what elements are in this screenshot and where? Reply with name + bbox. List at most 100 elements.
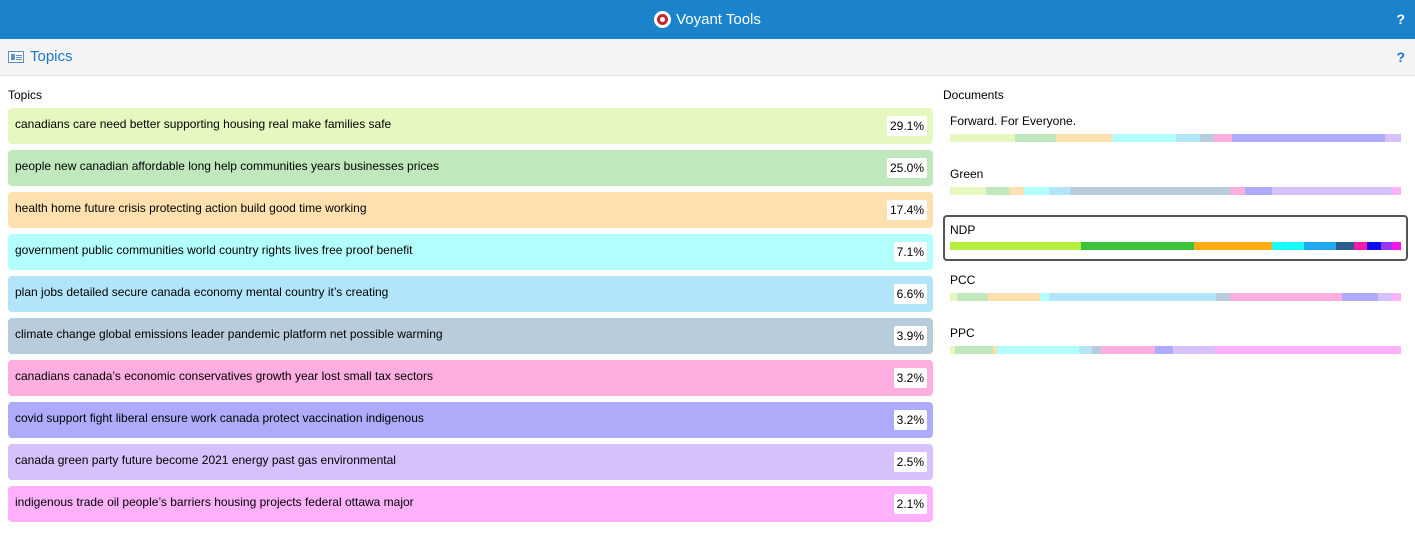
topic-row[interactable]: plan jobs detailed secure canada economy… (8, 276, 933, 312)
panel-title: Topics (30, 48, 73, 65)
topic-segment (1391, 293, 1401, 301)
panel-header: Topics ? (0, 39, 1415, 76)
topic-segment (986, 187, 1009, 195)
topic-percentage: 2.1% (893, 494, 927, 514)
app-title: Voyant Tools (676, 11, 761, 28)
topic-segment (1101, 346, 1156, 354)
topic-segment (1069, 187, 1230, 195)
topic-words: climate change global emissions leader p… (15, 327, 443, 341)
topic-segment (1367, 242, 1381, 250)
document-name: PPC (950, 326, 975, 340)
topic-percentage: 3.2% (893, 410, 927, 430)
topic-segment (1231, 134, 1386, 142)
app-help-icon[interactable]: ? (1396, 11, 1405, 27)
topic-segment (997, 346, 1079, 354)
app-title-group: Voyant Tools (0, 0, 1415, 39)
topic-segment (950, 134, 1016, 142)
topic-segment (950, 242, 1081, 250)
topic-segment (1213, 134, 1232, 142)
voyant-logo-icon (654, 11, 672, 28)
topic-segment (1213, 346, 1401, 354)
topic-percentage: 6.6% (893, 284, 927, 304)
topic-segment (1155, 346, 1174, 354)
topic-row[interactable]: indigenous trade oil people’s barriers h… (8, 486, 933, 522)
topic-words: plan jobs detailed secure canada economy… (15, 285, 389, 299)
topic-percentage: 7.1% (893, 242, 927, 262)
topic-segment (1229, 293, 1343, 301)
topic-segment (1049, 187, 1070, 195)
topic-segment (1272, 187, 1392, 195)
topic-percentage: 17.4% (886, 200, 927, 220)
document-topic-bar (950, 293, 1401, 301)
topic-segment (1304, 242, 1336, 250)
document-name: PCC (950, 273, 976, 287)
topic-segment (1078, 346, 1093, 354)
topic-words: government public communities world coun… (15, 243, 413, 257)
topic-segment (1112, 134, 1176, 142)
app-header: Voyant Tools ? (0, 0, 1415, 39)
topic-words: canadians canada’s economic conservative… (15, 369, 433, 383)
topic-row[interactable]: health home future crisis protecting act… (8, 192, 933, 228)
topic-percentage: 3.9% (893, 326, 927, 346)
document-topic-bar (950, 346, 1401, 354)
document-topic-bar (950, 134, 1402, 142)
topic-row[interactable]: climate change global emissions leader p… (8, 318, 933, 354)
topic-percentage: 2.5% (893, 452, 927, 472)
topic-segment (1015, 134, 1056, 142)
topic-words: health home future crisis protecting act… (15, 201, 367, 215)
topic-segment (1216, 293, 1230, 301)
document-row[interactable]: Forward. For Everyone. (943, 110, 1408, 156)
topic-words: canadians care need better supporting ho… (15, 117, 392, 131)
panel-help-icon[interactable]: ? (1396, 49, 1405, 65)
topic-segment (1024, 187, 1050, 195)
topic-segment (1272, 242, 1305, 250)
topic-percentage: 3.2% (893, 368, 927, 388)
documents-heading: Documents (943, 88, 1004, 102)
topic-row[interactable]: government public communities world coun… (8, 234, 933, 270)
topic-row[interactable]: canada green party future become 2021 en… (8, 444, 933, 480)
topic-row[interactable]: canadians care need better supporting ho… (8, 108, 933, 144)
topic-words: canada green party future become 2021 en… (15, 453, 396, 467)
topic-segment (1391, 242, 1401, 250)
topic-row[interactable]: canadians canada’s economic conservative… (8, 360, 933, 396)
topic-segment (956, 293, 989, 301)
topic-segment (1008, 187, 1025, 195)
topic-segment (1229, 187, 1246, 195)
topic-percentage: 25.0% (886, 158, 927, 178)
document-name: Forward. For Everyone. (950, 114, 1077, 128)
topic-segment (1055, 134, 1113, 142)
topic-segment (950, 187, 987, 195)
document-name: NDP (950, 223, 976, 237)
topic-segment (1193, 242, 1273, 250)
topic-words: covid support fight liberal ensure work … (15, 411, 424, 425)
topic-segment (954, 346, 993, 354)
topic-segment (950, 293, 957, 301)
topic-words: indigenous trade oil people’s barriers h… (15, 495, 414, 509)
document-row[interactable]: Green (943, 163, 1408, 209)
topic-words: people new canadian affordable long help… (15, 159, 440, 173)
topic-segment (1385, 134, 1402, 142)
document-name: Green (950, 167, 984, 181)
topic-row[interactable]: covid support fight liberal ensure work … (8, 402, 933, 438)
document-row[interactable]: PPC (943, 322, 1408, 368)
topics-heading: Topics (8, 88, 43, 102)
document-row[interactable]: NDP (943, 215, 1408, 261)
document-row[interactable]: PCC (943, 269, 1408, 315)
topic-row[interactable]: people new canadian affordable long help… (8, 150, 933, 186)
panel-title-group: Topics (8, 48, 73, 65)
topic-segment (1040, 293, 1050, 301)
topic-segment (1335, 242, 1354, 250)
topic-segment (1175, 134, 1201, 142)
topic-segment (1342, 293, 1379, 301)
topic-percentage: 29.1% (886, 116, 927, 136)
topic-segment (1080, 242, 1194, 250)
topic-segment (1245, 187, 1273, 195)
topic-segment (1173, 346, 1214, 354)
topic-segment (1380, 242, 1392, 250)
topic-segment (1378, 293, 1392, 301)
document-topic-bar (950, 187, 1401, 195)
topic-segment (1049, 293, 1217, 301)
topic-segment (1353, 242, 1368, 250)
topic-segment (1391, 187, 1401, 195)
document-topic-bar (950, 242, 1401, 250)
